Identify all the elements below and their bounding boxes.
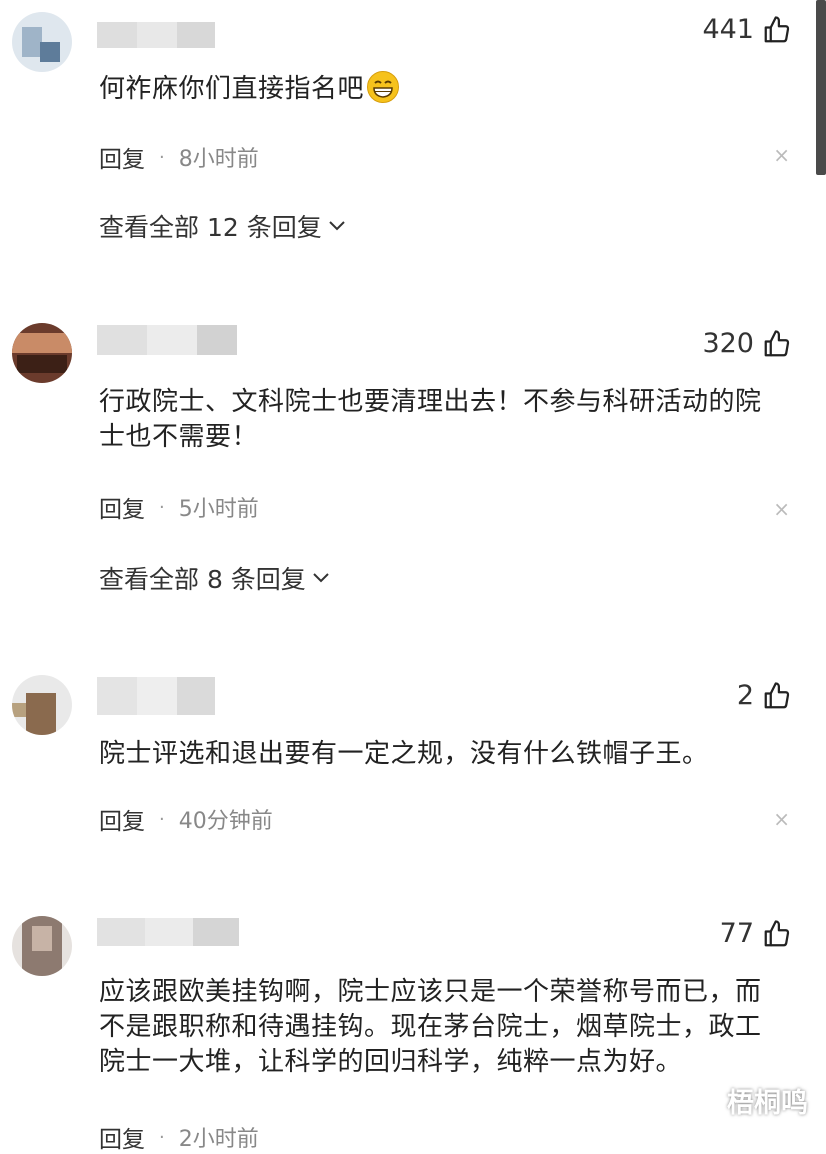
view-all-replies-label: 查看全部 8 条回复 [99, 565, 306, 594]
comment-text: 何祚庥你们直接指名吧 [99, 70, 809, 107]
like-button[interactable]: 320 [702, 328, 792, 359]
like-button[interactable]: 77 [720, 918, 792, 949]
reply-button[interactable]: 回复 [99, 490, 145, 524]
close-icon[interactable]: × [773, 807, 790, 831]
like-count: 441 [702, 14, 754, 45]
thumbs-up-icon [764, 681, 790, 708]
comment-meta: 回复 · 5小时前 [99, 490, 259, 524]
thumbs-up-icon [764, 329, 790, 356]
comment-meta: 回复 · 2小时前 [99, 1120, 259, 1154]
avatar[interactable] [12, 12, 72, 72]
comment-meta: 回复 · 40分钟前 [99, 802, 273, 836]
comment-text: 行政院士、文科院士也要清理出去！不参与科研活动的院 士也不需要！ [99, 385, 809, 455]
avatar[interactable] [12, 916, 72, 976]
reply-button[interactable]: 回复 [99, 140, 145, 174]
comment-text-line: 不是跟职称和待遇挂钩。现在茅台院士，烟草院士，政工 [99, 1012, 762, 1042]
avatar[interactable] [12, 323, 72, 383]
scrollbar[interactable] [816, 0, 826, 175]
grinning-face-icon [367, 71, 400, 103]
timestamp: 8小时前 [178, 147, 259, 172]
view-all-replies-button[interactable]: 查看全部 8 条回复 [99, 560, 330, 596]
like-button[interactable]: 441 [702, 14, 792, 45]
timestamp: 40分钟前 [178, 809, 273, 834]
like-count: 77 [719, 918, 754, 949]
avatar[interactable] [12, 675, 72, 735]
close-icon[interactable]: × [773, 143, 790, 167]
view-all-replies-button[interactable]: 查看全部 12 条回复 [99, 208, 346, 244]
watermark: 梧桐鸣 [727, 1088, 808, 1119]
close-icon[interactable]: × [773, 497, 790, 521]
comment-text-line: 院士一大堆，让科学的回归科学，纯粹一点为好。 [99, 1047, 683, 1077]
chevron-down-icon [313, 573, 329, 583]
separator-dot: · [159, 146, 165, 168]
reply-button[interactable]: 回复 [99, 1120, 145, 1154]
like-button[interactable]: 2 [737, 680, 792, 711]
comment-text-line: 士也不需要！ [99, 422, 259, 452]
separator-dot: · [159, 496, 165, 518]
timestamp: 2小时前 [178, 1127, 259, 1152]
chevron-down-icon [329, 221, 345, 231]
like-count: 320 [702, 328, 754, 359]
username-blurred[interactable] [97, 22, 215, 48]
username-blurred[interactable] [97, 677, 215, 715]
separator-dot: · [159, 808, 165, 830]
reply-button[interactable]: 回复 [99, 802, 145, 836]
timestamp: 5小时前 [178, 497, 259, 522]
separator-dot: · [159, 1126, 165, 1148]
comment-text: 院士评选和退出要有一定之规，没有什么铁帽子王。 [99, 737, 809, 772]
thumbs-up-icon [764, 919, 790, 946]
view-all-replies-label: 查看全部 12 条回复 [99, 213, 322, 242]
username-blurred[interactable] [97, 918, 239, 946]
comment-meta: 回复 · 8小时前 [99, 140, 259, 174]
comment-text-line: 行政院士、文科院士也要清理出去！不参与科研活动的院 [99, 387, 762, 417]
comment-text: 应该跟欧美挂钩啊，院士应该只是一个荣誉称号而已，而 不是跟职称和待遇挂钩。现在茅… [99, 975, 809, 1080]
like-count: 2 [736, 680, 754, 711]
comment-text-line: 应该跟欧美挂钩啊，院士应该只是一个荣誉称号而已，而 [99, 977, 762, 1007]
thumbs-up-icon [764, 15, 790, 42]
username-blurred[interactable] [97, 325, 237, 355]
comment-text-content: 何祚庥你们直接指名吧 [99, 74, 365, 104]
comment-text-line: 院士评选和退出要有一定之规，没有什么铁帽子王。 [99, 739, 709, 769]
